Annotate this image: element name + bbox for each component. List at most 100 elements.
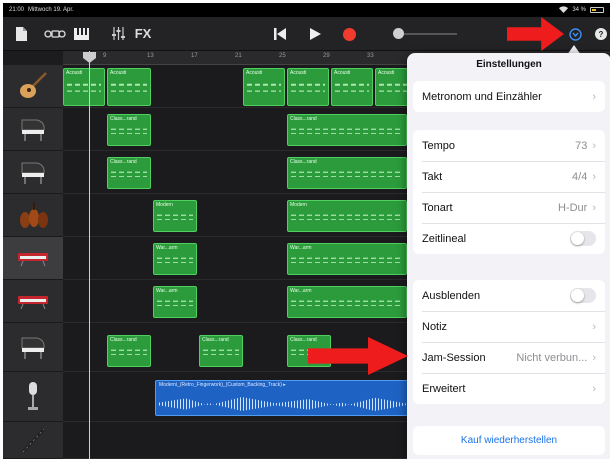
- midi-region[interactable]: Acousti: [331, 68, 373, 106]
- clarinet-icon: [21, 427, 46, 454]
- record-icon: [342, 27, 356, 41]
- master-volume-knob[interactable]: [393, 28, 404, 39]
- midi-region[interactable]: War...arm: [287, 286, 407, 318]
- rewind-icon[interactable]: [273, 27, 287, 41]
- jam-session-row[interactable]: Jam-Session Nicht verbun... ›: [413, 342, 605, 373]
- midi-region[interactable]: Class...rand: [287, 157, 407, 189]
- midi-region[interactable]: Class...rand: [107, 157, 151, 189]
- chevron-right-icon: ›: [592, 351, 596, 364]
- record-button[interactable]: [342, 27, 356, 41]
- ruler-mark: 17: [191, 53, 198, 59]
- ruler-mark: 29: [323, 53, 330, 59]
- track-header-guitar[interactable]: [3, 65, 63, 108]
- playhead[interactable]: [89, 51, 90, 459]
- settings-group: Metronom und Einzähler ›: [413, 81, 605, 112]
- midi-region[interactable]: Class...rand: [107, 114, 151, 146]
- browser-toggle-icon[interactable]: [43, 26, 67, 41]
- midi-region[interactable]: Class...rand: [287, 114, 407, 146]
- erweitert-label: Erweitert: [422, 382, 466, 395]
- grand-piano-icon: [21, 119, 45, 141]
- track-header-clarinet[interactable]: [3, 422, 63, 459]
- svg-text:?: ?: [598, 30, 603, 39]
- synth-keyboard-icon: [18, 253, 48, 266]
- track-header-vocal[interactable]: [3, 372, 63, 422]
- help-icon[interactable]: ?: [594, 27, 607, 40]
- my-songs-icon[interactable]: [15, 26, 27, 41]
- zeitlineal-label: Zeitlineal: [422, 232, 467, 245]
- ausblenden-row: Ausblenden: [413, 280, 605, 311]
- tonart-label: Tonart: [422, 201, 453, 214]
- mixer-icon[interactable]: [111, 26, 126, 41]
- microphone-icon: [28, 381, 38, 410]
- tonart-value: H-Dur: [557, 201, 588, 214]
- midi-region[interactable]: Modern: [153, 200, 197, 232]
- synth-keyboard-icon: [18, 296, 48, 309]
- track-headers: [3, 65, 63, 459]
- ruler-mark: 13: [147, 53, 154, 59]
- tempo-label: Tempo: [422, 139, 456, 152]
- popover-title: Einstellungen: [476, 59, 542, 70]
- master-volume-track[interactable]: [397, 33, 457, 35]
- battery-icon: [590, 7, 604, 13]
- erweitert-row[interactable]: Erweitert ›: [413, 373, 605, 404]
- ausblenden-label: Ausblenden: [422, 289, 481, 302]
- midi-region[interactable]: Acousti: [107, 68, 151, 106]
- tonart-row[interactable]: Tonart H-Dur ›: [413, 192, 605, 223]
- keyboard-icon[interactable]: [73, 26, 90, 41]
- settings-button[interactable]: [568, 27, 582, 41]
- track-header-synth[interactable]: [3, 237, 63, 280]
- settings-group: Kauf wiederherstellen: [413, 426, 605, 455]
- chevron-right-icon: ›: [592, 201, 596, 214]
- chevron-right-icon: ›: [592, 90, 596, 103]
- status-bar: 21:00 Mittwoch 19. Apr. 34 %: [3, 3, 610, 17]
- takt-row[interactable]: Takt 4/4 ›: [413, 161, 605, 192]
- play-icon[interactable]: [308, 27, 322, 41]
- track-header-piano[interactable]: [3, 151, 63, 194]
- midi-region[interactable]: Acousti: [287, 68, 329, 106]
- zeitlineal-toggle[interactable]: [570, 231, 596, 246]
- chevron-right-icon: ›: [592, 320, 596, 333]
- midi-region[interactable]: Acousti: [375, 68, 411, 106]
- midi-region[interactable]: War...arm: [153, 286, 197, 318]
- track-header-strings[interactable]: [3, 194, 63, 237]
- chevron-right-icon: ›: [592, 382, 596, 395]
- chevron-right-icon: ›: [592, 139, 596, 152]
- track-header-synth[interactable]: [3, 280, 63, 323]
- midi-region[interactable]: Acousti: [63, 68, 105, 106]
- wifi-icon: [559, 5, 569, 15]
- strings-icon: [20, 202, 48, 228]
- settings-group: Ausblenden Notiz › Jam-Session Nicht ver…: [413, 280, 605, 404]
- midi-region[interactable]: Acousti: [243, 68, 285, 106]
- notiz-row[interactable]: Notiz ›: [413, 311, 605, 342]
- zeitlineal-row: Zeitlineal: [413, 223, 605, 254]
- fx-button[interactable]: FX: [133, 26, 153, 41]
- midi-region[interactable]: Class...rand: [107, 335, 151, 367]
- jam-session-label: Jam-Session: [422, 351, 486, 364]
- track-header-piano[interactable]: [3, 323, 63, 372]
- ausblenden-toggle[interactable]: [570, 288, 596, 303]
- battery-percent: 34 %: [572, 7, 586, 13]
- ruler-mark: 9: [103, 53, 107, 59]
- metronome-row[interactable]: Metronom und Einzähler ›: [413, 81, 605, 112]
- acoustic-guitar-icon: [20, 72, 47, 98]
- ruler-mark: 33: [367, 53, 374, 59]
- midi-region[interactable]: Class...rand: [199, 335, 243, 367]
- midi-region[interactable]: War...arm: [153, 243, 197, 275]
- takt-label: Takt: [422, 170, 443, 183]
- metronome-label: Metronom und Einzähler: [422, 90, 542, 103]
- ruler-mark: 25: [279, 53, 286, 59]
- settings-popover: Einstellungen Metronom und Einzähler › T…: [407, 53, 610, 459]
- status-time: 21:00: [9, 7, 25, 13]
- ruler-mark: 21: [235, 53, 242, 59]
- tempo-row[interactable]: Tempo 73 ›: [413, 130, 605, 161]
- jam-session-value: Nicht verbun...: [516, 351, 588, 364]
- midi-region[interactable]: Modern: [287, 200, 407, 232]
- notiz-label: Notiz: [422, 320, 448, 333]
- status-date: Mittwoch 19. Apr.: [28, 7, 74, 13]
- track-header-piano[interactable]: [3, 108, 63, 151]
- grand-piano-icon: [21, 337, 45, 359]
- restore-purchase-button[interactable]: Kauf wiederherstellen: [413, 426, 605, 455]
- chevron-right-icon: ›: [592, 170, 596, 183]
- midi-region[interactable]: War...arm: [287, 243, 407, 275]
- grand-piano-icon: [21, 162, 45, 184]
